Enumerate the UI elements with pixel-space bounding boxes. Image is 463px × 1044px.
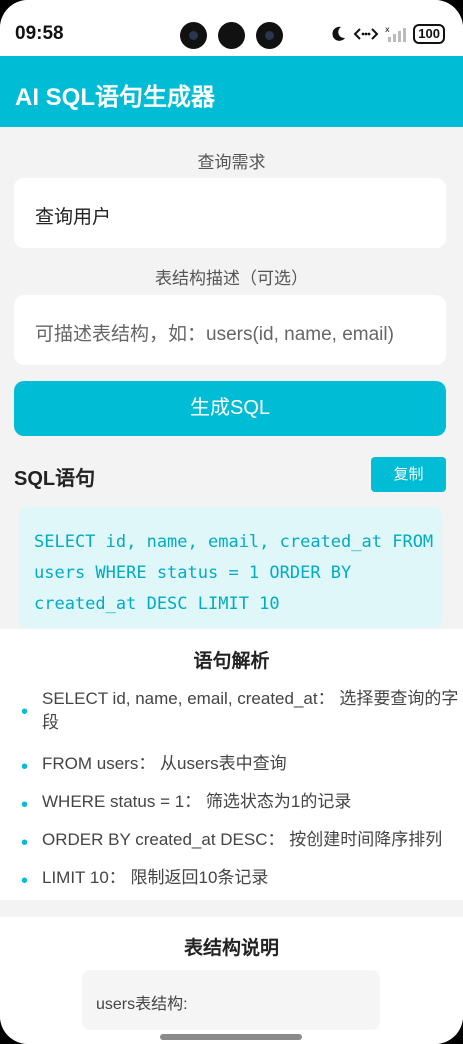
query-label: 查询需求 — [197, 153, 266, 172]
sql-code-block: SELECT id, name, email, created_at FROM … — [19, 507, 442, 628]
battery-indicator: 100 — [413, 24, 445, 44]
status-time: 09:58 — [15, 23, 64, 44]
schema-input-placeholder: 可描述表结构，如：users(id, name, email) — [35, 324, 394, 345]
home-indicator[interactable] — [160, 1034, 302, 1040]
bullet-icon: • — [21, 870, 29, 892]
explanation-item: SELECT id, name, email, created_at： 选择要查… — [42, 689, 459, 732]
data-transfer-icon — [353, 28, 379, 40]
explanation-item: LIMIT 10： 限制返回10条记录 — [42, 868, 269, 887]
camera-icon — [180, 22, 207, 49]
status-icons: x 100 — [329, 24, 445, 44]
app-header: AI SQL语句生成器 — [0, 56, 463, 127]
bullet-icon: • — [21, 794, 29, 816]
explanation-panel: 语句解析 • SELECT id, name, email, created_a… — [0, 629, 463, 900]
bullet-icon: • — [21, 756, 29, 778]
query-input-value: 查询用户 — [35, 207, 112, 228]
table-structure-box: users表结构: — [82, 970, 380, 1030]
camera-icon — [256, 22, 283, 49]
explanation-item: FROM users： 从users表中查询 — [42, 754, 287, 773]
table-structure-panel: 表结构说明 users表结构: — [0, 917, 463, 1044]
copy-button[interactable]: 复制 — [371, 457, 446, 492]
query-input[interactable]: 查询用户 — [14, 178, 446, 248]
explanation-item: WHERE status = 1： 筛选状态为1的记录 — [42, 792, 352, 811]
bullet-icon: • — [21, 832, 29, 854]
signal-icon: x — [385, 25, 407, 42]
explanation-title: 语句解析 — [193, 651, 270, 672]
schema-input[interactable]: 可描述表结构，如：users(id, name, email) — [14, 295, 446, 365]
camera-icon — [218, 22, 245, 49]
generate-sql-button[interactable]: 生成SQL — [14, 381, 446, 436]
phone-screen: 09:58 x 100 AI SQL语句生成器 查询需求 查询用户 表结构描述（… — [0, 0, 463, 1044]
app-title: AI SQL语句生成器 — [15, 84, 216, 111]
svg-text:x: x — [385, 25, 390, 34]
schema-label: 表结构描述（可选） — [155, 269, 308, 288]
sql-code-text: SELECT id, name, email, created_at FROM … — [34, 532, 444, 614]
explanation-item: ORDER BY created_at DESC： 按创建时间降序排列 — [42, 830, 443, 849]
sql-section-title: SQL语句 — [14, 468, 96, 490]
bullet-icon: • — [21, 701, 29, 723]
table-structure-title: 表结构说明 — [183, 938, 279, 959]
status-bar: 09:58 x 100 — [0, 0, 463, 56]
moon-icon — [332, 26, 346, 41]
table-structure-text: users表结构: — [96, 996, 188, 1013]
